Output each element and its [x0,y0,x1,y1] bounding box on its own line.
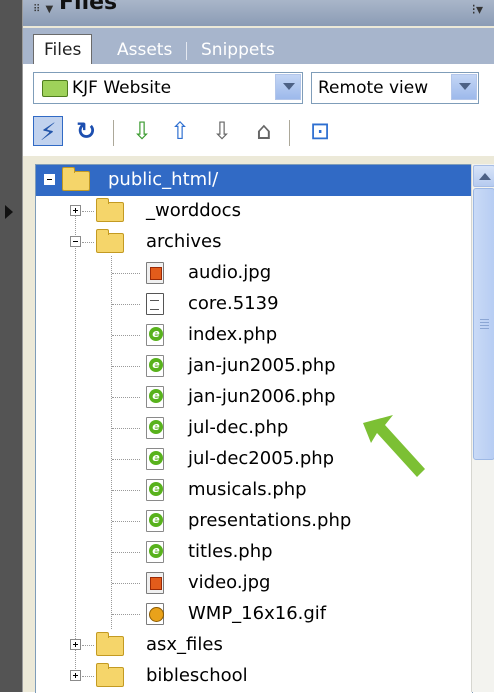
tree-folder-asx-files[interactable]: asx_files [36,630,472,661]
toolbar-divider [113,120,114,146]
tree-item-label: WMP_16x16.gif [188,603,327,624]
annotation-arrow-icon [363,415,425,477]
left-gutter [0,0,22,692]
tree-item-label: presentations.php [188,510,352,531]
tree-file[interactable]: video.jpg [36,568,472,599]
tree-root-label: public_html/ [108,169,219,190]
tree-item-label: bibleschool [146,665,248,686]
check-in-icon[interactable]: ⌂ [249,116,279,146]
chevron-down-icon[interactable] [275,74,301,100]
expand-node-icon[interactable] [70,205,81,216]
refresh-icon[interactable]: ↻ [71,116,101,146]
jpg-file-icon [146,572,164,594]
view-select[interactable]: Remote view [311,72,479,104]
tree-item-label: jul-dec.php [188,417,289,438]
tree-folder-bibleschool[interactable]: bibleschool [36,661,472,692]
collapse-node-icon[interactable] [70,236,81,247]
tab-divider [186,42,187,60]
site-select[interactable]: KJF Website [33,72,303,104]
tab-assets[interactable]: Assets [107,36,182,64]
tree-item-label: jul-dec2005.php [188,448,335,469]
tree-file[interactable]: WMP_16x16.gif [36,599,472,630]
jpg-file-icon [146,262,164,284]
tab-snippets[interactable]: Snippets [191,36,285,64]
php-file-icon [146,386,164,408]
expand-icon[interactable]: ⊡ [305,116,335,146]
tab-files[interactable]: Files [33,34,93,65]
folder-icon [96,632,124,656]
tree-file[interactable]: audio.jpg [36,258,472,289]
tree-item-label: jan-jun2005.php [188,355,336,376]
scroll-up-icon[interactable] [473,165,494,187]
grip-icon[interactable]: ⠿ ▼ [33,4,54,15]
site-folder-icon [42,80,68,97]
tree-item-label: musicals.php [188,479,307,500]
tree-item-label: core.5139 [188,293,279,314]
site-view-row: KJF Website Remote view [23,64,494,110]
tree-file[interactable]: presentations.php [36,506,472,537]
tree-item-label: archives [146,231,222,252]
panel-header[interactable]: ⠿ ▼ Files ⁝▾ [23,0,494,26]
generic-file-icon [146,293,164,315]
php-file-icon [146,355,164,377]
tree-file[interactable]: jan-jun2006.php [36,382,472,413]
folder-icon [96,663,124,687]
tree-item-label: titles.php [188,541,273,562]
collapse-icon[interactable] [44,174,55,185]
folder-open-icon [62,167,90,191]
php-file-icon [146,417,164,439]
panel-title: Files [59,0,118,15]
php-file-icon [146,324,164,346]
expand-node-icon[interactable] [70,639,81,650]
php-file-icon [146,448,164,470]
panel-options-icon[interactable]: ⁝▾ [472,2,483,18]
files-panel: ⠿ ▼ Files ⁝▾ Files Assets Snippets KJF W… [22,0,494,693]
view-select-value: Remote view [318,78,429,98]
check-out-icon[interactable]: ⇩ [207,116,237,146]
tree-file[interactable]: titles.php [36,537,472,568]
scrollbar-thumb[interactable] [473,188,494,460]
files-toolbar: ⚡ ↻ ⇩ ⇧ ⇩ ⌂ ⊡ [23,110,494,156]
collapse-panel-arrow-icon[interactable] [5,205,13,219]
tree-connector [82,211,94,212]
expand-node-icon[interactable] [70,670,81,681]
panel-tabs: Files Assets Snippets [23,28,494,65]
php-file-icon [146,541,164,563]
site-select-value: KJF Website [72,78,172,98]
tree-file[interactable]: jan-jun2005.php [36,351,472,382]
tree-connector [82,242,94,243]
tree-item-label: audio.jpg [188,262,272,283]
php-file-icon [146,510,164,532]
php-file-icon [146,479,164,501]
folder-icon [96,198,124,222]
tree-folder-archives[interactable]: archives [36,227,472,258]
tree-item-label: index.php [188,324,278,345]
tree-item-label: asx_files [146,634,223,655]
gif-file-icon [146,603,164,625]
folder-open-icon [96,229,124,253]
tree-file[interactable]: core.5139 [36,289,472,320]
tree-item-label: jan-jun2006.php [188,386,336,407]
tree-folder-worddocs[interactable]: _worddocs [36,196,472,227]
tree-item-label: video.jpg [188,572,271,593]
chevron-down-icon[interactable] [451,74,477,100]
connect-icon[interactable]: ⚡ [33,116,63,146]
tree-root[interactable]: public_html/ [36,165,472,196]
tree-item-label: _worddocs [146,200,241,221]
put-icon[interactable]: ⇧ [165,116,195,146]
get-icon[interactable]: ⇩ [127,116,157,146]
tree-scrollbar[interactable] [471,164,494,692]
tree-file[interactable]: index.php [36,320,472,351]
toolbar-divider [289,120,290,146]
